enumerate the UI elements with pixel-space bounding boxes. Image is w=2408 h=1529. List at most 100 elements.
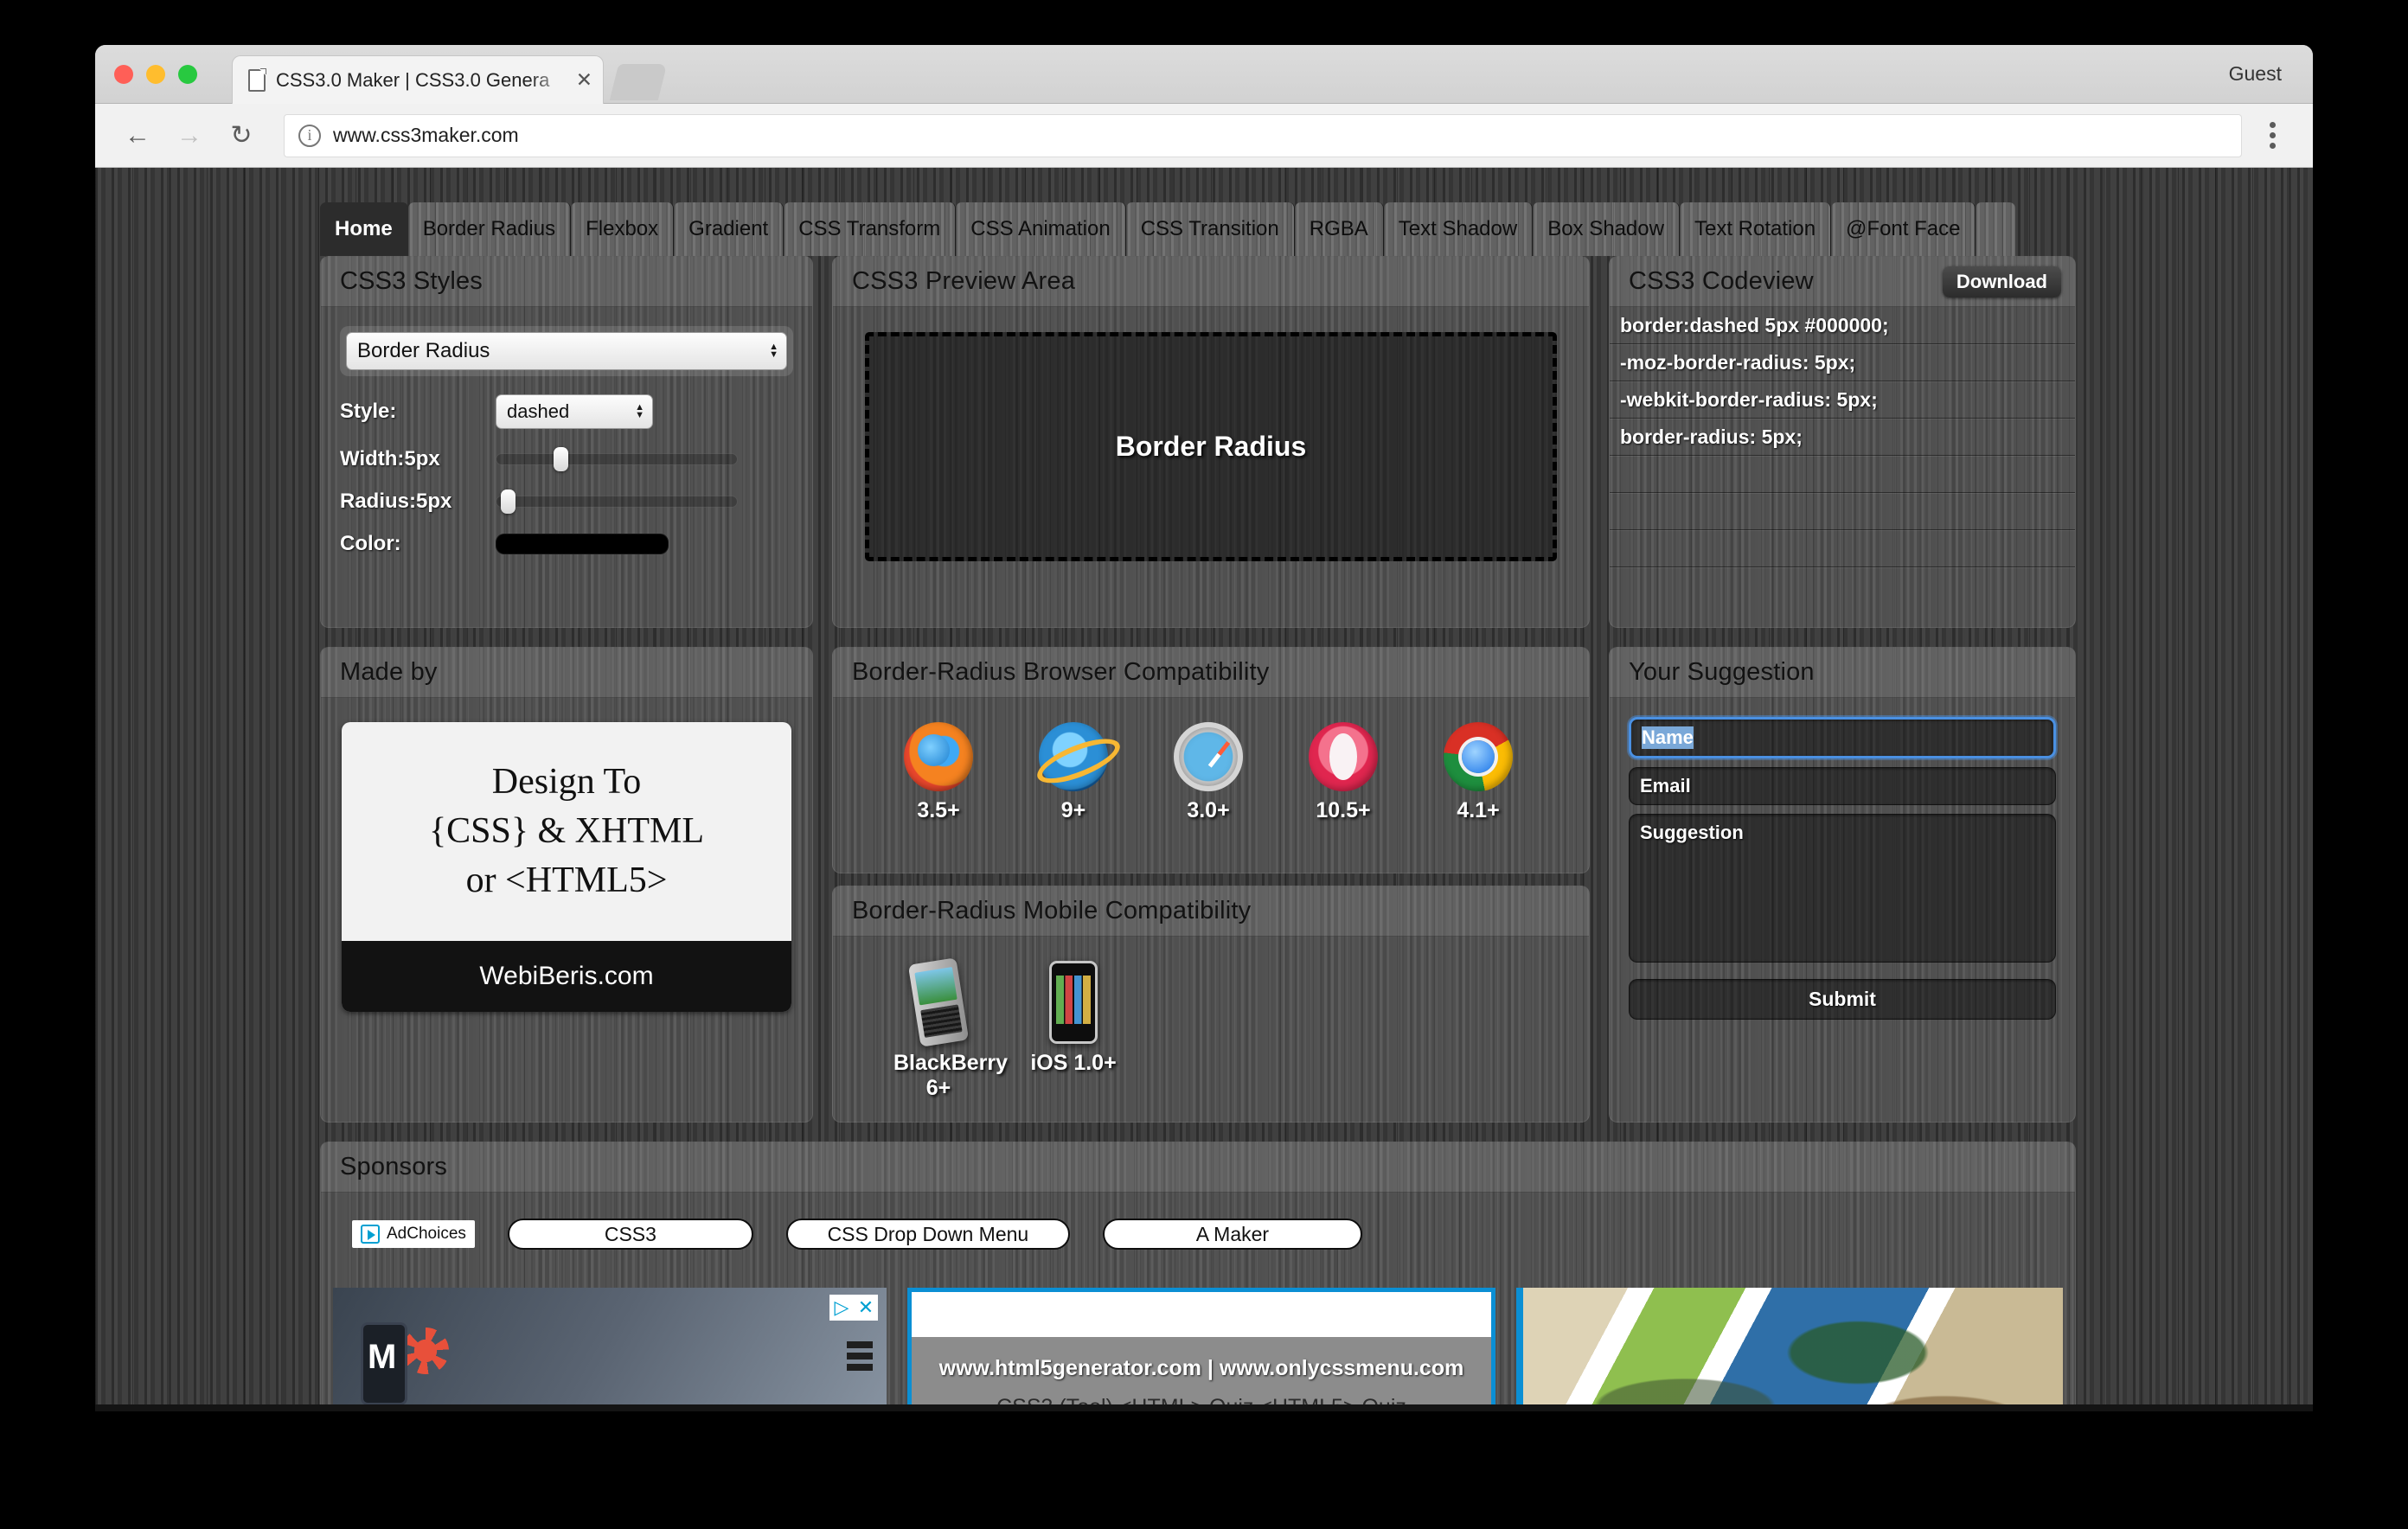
browser-window: CSS3.0 Maker | CSS3.0 Genera ✕ Guest ← →… — [95, 45, 2313, 1411]
nav-tab-flexbox[interactable]: Flexbox — [571, 202, 674, 256]
width-label: Width:5px — [340, 447, 496, 471]
firefox-icon — [904, 722, 973, 791]
sponsor-link-css-drop-down-menu[interactable]: CSS Drop Down Menu — [786, 1219, 1070, 1250]
nav-tab-gradient[interactable]: Gradient — [674, 202, 784, 256]
panel-header: Border-Radius Mobile Compatibility — [833, 886, 1589, 937]
chevron-updown-icon: ▲▼ — [769, 343, 778, 359]
compat-version: 9+ — [1028, 798, 1118, 823]
nav-tab-css-transition[interactable]: CSS Transition — [1126, 202, 1295, 256]
width-slider[interactable] — [496, 450, 738, 469]
panel-header: Sponsors — [321, 1142, 2075, 1193]
made-by-artwork: Design To {CSS} & XHTML or <HTML5> — [342, 722, 791, 941]
color-control-row: Color: — [340, 532, 793, 556]
compat-item-blackberry: BlackBerry 6+ — [893, 961, 983, 1101]
safari-icon — [1174, 722, 1243, 791]
border-style-select[interactable]: dashed ▲▼ — [496, 394, 653, 429]
close-tab-icon[interactable]: ✕ — [571, 68, 592, 92]
panel-body: Border Radius — [833, 307, 1589, 627]
compat-item-safari: 3.0+ — [1163, 722, 1253, 823]
name-input[interactable] — [1629, 717, 2056, 758]
advertisement-middle[interactable]: www.html5generator.com | www.onlycssmenu… — [907, 1288, 1495, 1411]
chrome-icon — [1444, 722, 1513, 791]
radius-slider[interactable] — [496, 492, 738, 511]
nav-tab-box-shadow[interactable]: Box Shadow — [1533, 202, 1680, 256]
nav-tab-css-transform[interactable]: CSS Transform — [784, 202, 956, 256]
nav-tab-rgba[interactable]: RGBA — [1295, 202, 1384, 256]
download-button[interactable]: Download — [1943, 266, 2061, 297]
profile-guest-label[interactable]: Guest — [2229, 62, 2282, 86]
made-by-banner[interactable]: Design To {CSS} & XHTML or <HTML5> WebiB… — [342, 722, 791, 1012]
panel-header: CSS3 Styles — [321, 257, 812, 307]
code-line — [1610, 456, 2075, 493]
back-icon[interactable]: ← — [118, 116, 157, 156]
width-control-row: Width:5px — [340, 447, 793, 471]
page-bottom-strip — [95, 1404, 2313, 1411]
nav-tab-border-radius[interactable]: Border Radius — [408, 202, 571, 256]
panel-body: Border Radius ▲▼ Style: dashed ▲▼ — [321, 307, 812, 627]
window-traffic-lights — [114, 65, 197, 84]
slider-thumb[interactable] — [501, 489, 516, 514]
nav-tab-font-face[interactable]: @Font Face — [1831, 202, 1976, 256]
panel-header: CSS3 Codeview Download — [1610, 257, 2075, 307]
ios-icon — [1049, 961, 1098, 1044]
ad-controls: ▷ ✕ — [829, 1295, 878, 1321]
radius-control-row: Radius:5px — [340, 489, 793, 514]
nav-tab-label: CSS Animation — [970, 217, 1110, 241]
color-swatch[interactable] — [496, 534, 669, 554]
adchoices-button[interactable]: AdChoices — [352, 1220, 475, 1248]
made-by-line-1: Design To — [492, 758, 641, 807]
adchoices-icon[interactable]: ▷ — [829, 1295, 854, 1321]
sponsor-link-css3[interactable]: CSS3 — [508, 1219, 753, 1250]
sponsor-link-a-maker[interactable]: A Maker — [1103, 1219, 1362, 1250]
browser-menu-icon[interactable] — [2254, 122, 2290, 149]
nav-tab-label: RGBA — [1310, 217, 1368, 241]
email-input[interactable] — [1629, 767, 2056, 805]
mobile-compat-list: BlackBerry 6+ iOS 1.0+ — [852, 961, 1570, 1101]
nav-tab-home[interactable]: Home — [320, 202, 408, 256]
submit-button[interactable]: Submit — [1629, 979, 2056, 1020]
generator-select-wrapper: Border Radius ▲▼ — [340, 326, 793, 376]
browser-tab-title: CSS3.0 Maker | CSS3.0 Genera — [276, 69, 571, 92]
panel-title: Sponsors — [340, 1153, 447, 1181]
advertisement-right[interactable] — [1516, 1288, 2063, 1411]
nav-tab-label: @Font Face — [1846, 217, 1960, 241]
panel-title: Made by — [340, 658, 438, 687]
compat-version: iOS 1.0+ — [1028, 1051, 1118, 1076]
nav-tab-text-shadow[interactable]: Text Shadow — [1384, 202, 1533, 256]
site-navigation: Home Border Radius Flexbox Gradient CSS … — [320, 202, 2015, 256]
nav-tab-label: Flexbox — [586, 217, 658, 241]
preview-box: Border Radius — [865, 332, 1557, 561]
browser-compat-list: 3.5+ 9+ 3.0+ — [852, 722, 1570, 823]
slider-thumb[interactable] — [554, 447, 568, 471]
code-line: border:dashed 5px #000000; — [1610, 307, 2075, 344]
nav-tab-css-animation[interactable]: CSS Animation — [956, 202, 1125, 256]
ad-menu-icon[interactable] — [847, 1341, 873, 1371]
panel-body: Design To {CSS} & XHTML or <HTML5> WebiB… — [321, 698, 812, 1122]
advertisement-left[interactable]: M BOOTSTRAP ▷ ✕ — [333, 1288, 887, 1411]
compat-item-opera: 10.5+ — [1298, 722, 1388, 823]
compat-version: 3.0+ — [1163, 798, 1253, 823]
address-bar[interactable]: i www.css3maker.com — [284, 114, 2242, 157]
reload-icon[interactable]: ↻ — [221, 116, 261, 156]
close-window-button[interactable] — [114, 65, 133, 84]
nav-tab-overflow[interactable] — [1976, 202, 2015, 256]
color-label: Color: — [340, 532, 496, 556]
nav-tab-text-rotation[interactable]: Text Rotation — [1680, 202, 1831, 256]
browser-titlebar: CSS3.0 Maker | CSS3.0 Genera ✕ Guest — [95, 45, 2313, 104]
generator-select[interactable]: Border Radius ▲▼ — [346, 332, 787, 370]
made-by-line-2: {CSS} & XHTML — [429, 807, 704, 856]
nav-tab-label: Box Shadow — [1547, 217, 1664, 241]
suggestion-textarea[interactable]: Suggestion — [1629, 814, 2056, 963]
opera-icon — [1309, 722, 1378, 791]
new-tab-button[interactable] — [610, 64, 667, 100]
maximize-window-button[interactable] — [178, 65, 197, 84]
ad-logo-letter: M — [368, 1338, 396, 1377]
forward-icon[interactable]: → — [170, 116, 209, 156]
panel-title: CSS3 Codeview — [1629, 267, 1814, 296]
blackberry-icon — [908, 957, 969, 1047]
minimize-window-button[interactable] — [146, 65, 165, 84]
site-info-icon[interactable]: i — [298, 125, 321, 147]
close-ad-icon[interactable]: ✕ — [854, 1295, 878, 1321]
browser-tab[interactable]: CSS3.0 Maker | CSS3.0 Genera ✕ — [232, 55, 604, 104]
panel-header: Your Suggestion — [1610, 648, 2075, 698]
